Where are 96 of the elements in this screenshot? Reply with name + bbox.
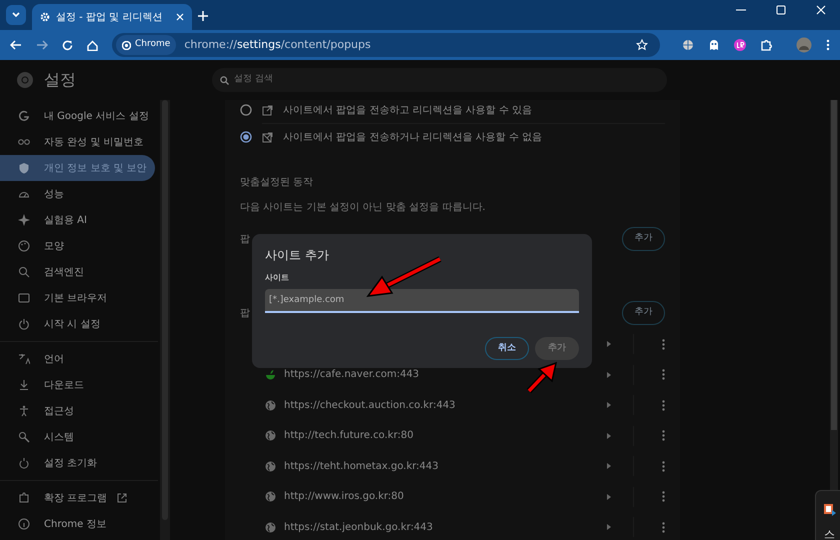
site-url[interactable]: https://cafe.naver.com:443 [284,367,607,382]
chevron-right-icon[interactable] [607,402,611,408]
input-field[interactable]: [*.]example.com [265,289,579,313]
globe-icon [265,400,276,411]
tab-search-button[interactable] [6,5,26,25]
add-button[interactable]: 추가 [622,227,665,251]
reload-icon[interactable] [62,40,73,50]
globe-icon [265,491,276,502]
sparkle-icon [18,214,30,226]
site-url[interactable]: http://www.iros.go.kr:80 [284,489,607,504]
more-icon[interactable] [662,522,665,533]
app-icon [824,504,836,516]
close-icon[interactable] [176,13,184,21]
browser-tab[interactable]: 설정 - 팝업 및 리디렉션 [32,4,192,30]
menu-icon[interactable] [826,39,830,51]
palette-icon [18,240,30,252]
sidebar-item[interactable]: 시작 시 설정 [0,311,155,337]
globe-icon [265,522,276,533]
add-button[interactable]: 추가 [622,301,665,325]
close-icon[interactable] [816,5,826,15]
radio-button[interactable] [240,131,252,143]
shield-icon [18,162,30,174]
chevron-right-icon[interactable] [607,372,611,378]
gear-icon [40,12,50,22]
window-icon [18,292,30,304]
chevron-right-icon[interactable] [607,524,611,530]
more-icon[interactable] [662,491,665,502]
forward-icon[interactable] [36,40,48,50]
more-icon[interactable] [662,430,665,442]
more-icon[interactable] [662,369,665,380]
site-chip[interactable]: Chrome [116,35,176,55]
notification-text: 스 [824,527,836,540]
globe-icon [265,460,276,472]
section-label: 팝 [240,232,250,246]
popup-blocked-icon [262,132,273,142]
sidebar-item[interactable]: Chrome 정보 [0,511,155,537]
info-icon [18,518,30,530]
site-url[interactable]: https://teht.hometax.go.kr:443 [284,458,607,474]
field-label: 사이트 [265,272,290,284]
section-title: 맞춤설정된 동작 [240,176,314,190]
arrow-annotation [526,362,558,394]
site-url[interactable]: https://checkout.auction.co.kr:443 [284,398,607,413]
option-label: 사이트에서 팝업을 전송하거나 리디렉션을 사용할 수 없음 [283,130,542,144]
chevron-right-icon[interactable] [607,494,611,500]
sidebar-item[interactable]: 자동 완성 및 비밀번호 [0,129,155,155]
power-icon [18,318,30,330]
sidebar-item[interactable]: 성능 [0,181,155,207]
scrollbar[interactable] [160,100,170,540]
sidebar-item[interactable]: 모양 [0,233,155,259]
search-icon [220,76,229,84]
search-icon [18,266,30,278]
dialog-title: 사이트 추가 [265,247,330,264]
more-icon[interactable] [662,460,665,472]
sidebar-item[interactable]: 확장 프로그램 [0,485,155,511]
home-icon[interactable] [87,40,98,50]
more-icon[interactable] [662,400,665,411]
search-field[interactable]: 설정 검색 [212,68,667,92]
maximize-icon[interactable] [776,5,786,15]
download-icon [18,379,30,391]
more-icon[interactable] [662,338,665,350]
chevron-right-icon[interactable] [607,341,611,348]
cancel-button[interactable]: 취소 [485,337,529,360]
section-label: 팝 [240,306,250,320]
star-icon[interactable] [636,39,648,51]
sidebar-item[interactable]: 실험용 AI [0,207,155,233]
chrome-logo-icon [122,40,131,50]
address-bar[interactable]: Chrome chrome://settings/content/popups [112,33,660,57]
site-url[interactable]: https://stat.jeonbuk.go.kr:443 [284,520,607,535]
back-icon[interactable] [10,40,22,50]
sidebar-item[interactable]: 검색엔진 [0,259,155,285]
sidebar-item[interactable]: 설정 초기화 [0,450,155,476]
globe-icon [265,430,276,442]
chevron-right-icon[interactable] [607,432,611,439]
sidebar-item[interactable]: 내 Google 서비스 설정 [0,103,155,129]
popup-icon [262,104,273,116]
chevron-down-icon [12,12,20,18]
option-label: 사이트에서 팝업을 전송하고 리디렉션을 사용할 수 있음 [283,104,532,118]
chrome-logo-icon [16,71,34,89]
globe-icon[interactable] [682,39,694,51]
site-url[interactable]: http://tech.future.co.kr:80 [284,428,607,444]
google-g-icon [18,110,30,122]
leaf-icon [265,369,276,380]
chevron-right-icon[interactable] [607,463,611,470]
sidebar-item[interactable]: 접근성 [0,398,155,424]
ghost-icon[interactable] [708,39,720,51]
radio-button[interactable] [240,104,252,116]
new-tab-icon[interactable] [198,11,208,21]
sidebar-item[interactable]: 시스템 [0,424,155,450]
reset-icon [18,457,30,469]
accessibility-icon [18,405,30,417]
page-title: 설정 [44,69,77,91]
sidebar-item[interactable]: 다운로드 [0,372,155,398]
sidebar-item[interactable]: 기본 브라우저 [0,285,155,311]
section-description: 다음 사이트는 기본 설정이 아닌 맞춤 설정을 따릅니다. [240,201,486,215]
sidebar-item[interactable]: 언어 [0,346,155,372]
extension-badge-icon[interactable] [734,39,746,51]
